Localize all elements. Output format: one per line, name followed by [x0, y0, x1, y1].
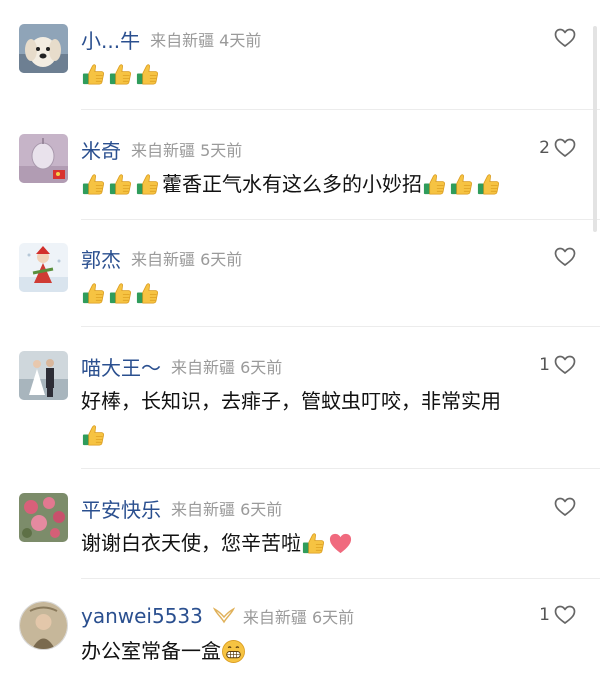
comment-item: 郭杰 来自新疆 6天前	[0, 220, 600, 327]
thumbs-up-icon	[301, 531, 326, 556]
scrollbar[interactable]	[593, 26, 597, 232]
flowers-avatar[interactable]	[19, 493, 68, 542]
comment-text: 办公室常备一盒	[81, 635, 248, 667]
comment-item: 喵大王～ 来自新疆 6天前 好棒，长知识，去痱子，管蚊虫叮咬，非常实用 1	[0, 327, 600, 469]
comment-header: 喵大王～ 来自新疆 6天前	[81, 351, 282, 381]
heart-outline-icon[interactable]	[554, 138, 576, 158]
comment-meta: 来自新疆 6天前	[242, 608, 355, 627]
thumbs-up-icon	[108, 62, 133, 87]
christmas-figure-avatar[interactable]	[19, 243, 68, 292]
thumbs-up-icon	[476, 172, 501, 197]
comment-item: 小...牛 来自新疆 4天前	[0, 0, 600, 110]
thumbs-up-icon	[135, 172, 160, 197]
heart-outline-icon[interactable]	[554, 28, 576, 48]
wedding-photo-avatar[interactable]	[19, 351, 68, 400]
heart-outline-icon[interactable]	[554, 355, 576, 375]
comment-item: 米奇 来自新疆 5天前 藿香正气水有这么多的小妙招 2	[0, 110, 600, 220]
like-button[interactable]: 2	[539, 138, 576, 158]
comment-text-content: 好棒，长知识，去痱子，管蚊虫叮咬，非常实用	[81, 389, 501, 413]
heart-outline-icon[interactable]	[554, 605, 576, 625]
comment-header: 小...牛 来自新疆 4天前	[81, 24, 261, 54]
comment-meta: 来自新疆 5天前	[131, 141, 243, 160]
thumbs-up-icon	[135, 62, 160, 87]
like-count: 2	[539, 138, 550, 158]
jade-pendant-avatar[interactable]	[19, 134, 68, 183]
comment-meta: 来自新疆 6天前	[171, 500, 283, 519]
comment-list: 小...牛 来自新疆 4天前 米奇 来自新疆 5天前 藿香正气水有这么多的小妙招…	[0, 0, 600, 675]
grinning-face-icon	[221, 639, 246, 664]
round-portrait-avatar[interactable]	[19, 601, 68, 650]
comment-text: 好棒，长知识，去痱子，管蚊虫叮咬，非常实用	[81, 385, 581, 450]
comment-meta: 来自新疆 6天前	[131, 250, 243, 269]
comment-header: yanwei5533 来自新疆 6天前	[81, 601, 354, 631]
red-heart-icon	[328, 531, 353, 556]
username[interactable]: 喵大王～	[81, 352, 161, 381]
comment-text: 藿香正气水有这么多的小妙招	[81, 168, 503, 200]
username[interactable]: yanwei5533	[81, 604, 203, 628]
thumbs-up-icon	[81, 423, 106, 448]
thumbs-up-icon	[81, 172, 106, 197]
username[interactable]: 小...牛	[81, 25, 140, 54]
comment-header: 郭杰 来自新疆 6天前	[81, 243, 242, 273]
heart-outline-icon[interactable]	[554, 247, 576, 267]
username[interactable]: 平安快乐	[81, 494, 161, 523]
thumbs-up-icon	[108, 172, 133, 197]
comment-item: 平安快乐 来自新疆 6天前 谢谢白衣天使，您辛苦啦	[0, 469, 600, 579]
like-button[interactable]	[550, 497, 576, 517]
like-button[interactable]	[550, 28, 576, 48]
comment-text-content: 藿香正气水有这么多的小妙招	[162, 172, 422, 196]
comment-text	[81, 277, 162, 308]
comment-item: yanwei5533 来自新疆 6天前 办公室常备一盒 1	[0, 579, 600, 675]
username[interactable]: 郭杰	[81, 244, 121, 273]
comment-text-content: 办公室常备一盒	[81, 639, 221, 663]
like-count: 1	[539, 355, 550, 375]
comment-text: 谢谢白衣天使，您辛苦啦	[81, 527, 355, 559]
golden-retriever-avatar[interactable]	[19, 24, 68, 73]
like-button[interactable]	[550, 247, 576, 267]
thumbs-up-icon	[135, 281, 160, 306]
username[interactable]: 米奇	[81, 135, 121, 164]
thumbs-up-icon	[81, 62, 106, 87]
comment-header: 米奇 来自新疆 5天前	[81, 134, 242, 164]
like-button[interactable]: 1	[539, 605, 576, 625]
thumbs-up-icon	[81, 281, 106, 306]
comment-header: 平安快乐 来自新疆 6天前	[81, 493, 282, 523]
comment-text-content: 谢谢白衣天使，您辛苦啦	[81, 531, 301, 555]
like-count: 1	[539, 605, 550, 625]
comment-meta: 来自新疆 4天前	[150, 31, 262, 50]
comment-meta: 来自新疆 6天前	[171, 358, 283, 377]
like-button[interactable]: 1	[539, 355, 576, 375]
heart-outline-icon[interactable]	[554, 497, 576, 517]
thumbs-up-icon	[108, 281, 133, 306]
comment-text	[81, 58, 162, 89]
thumbs-up-icon	[449, 172, 474, 197]
thumbs-up-icon	[422, 172, 447, 197]
vip-wings-badge-icon	[212, 607, 235, 624]
